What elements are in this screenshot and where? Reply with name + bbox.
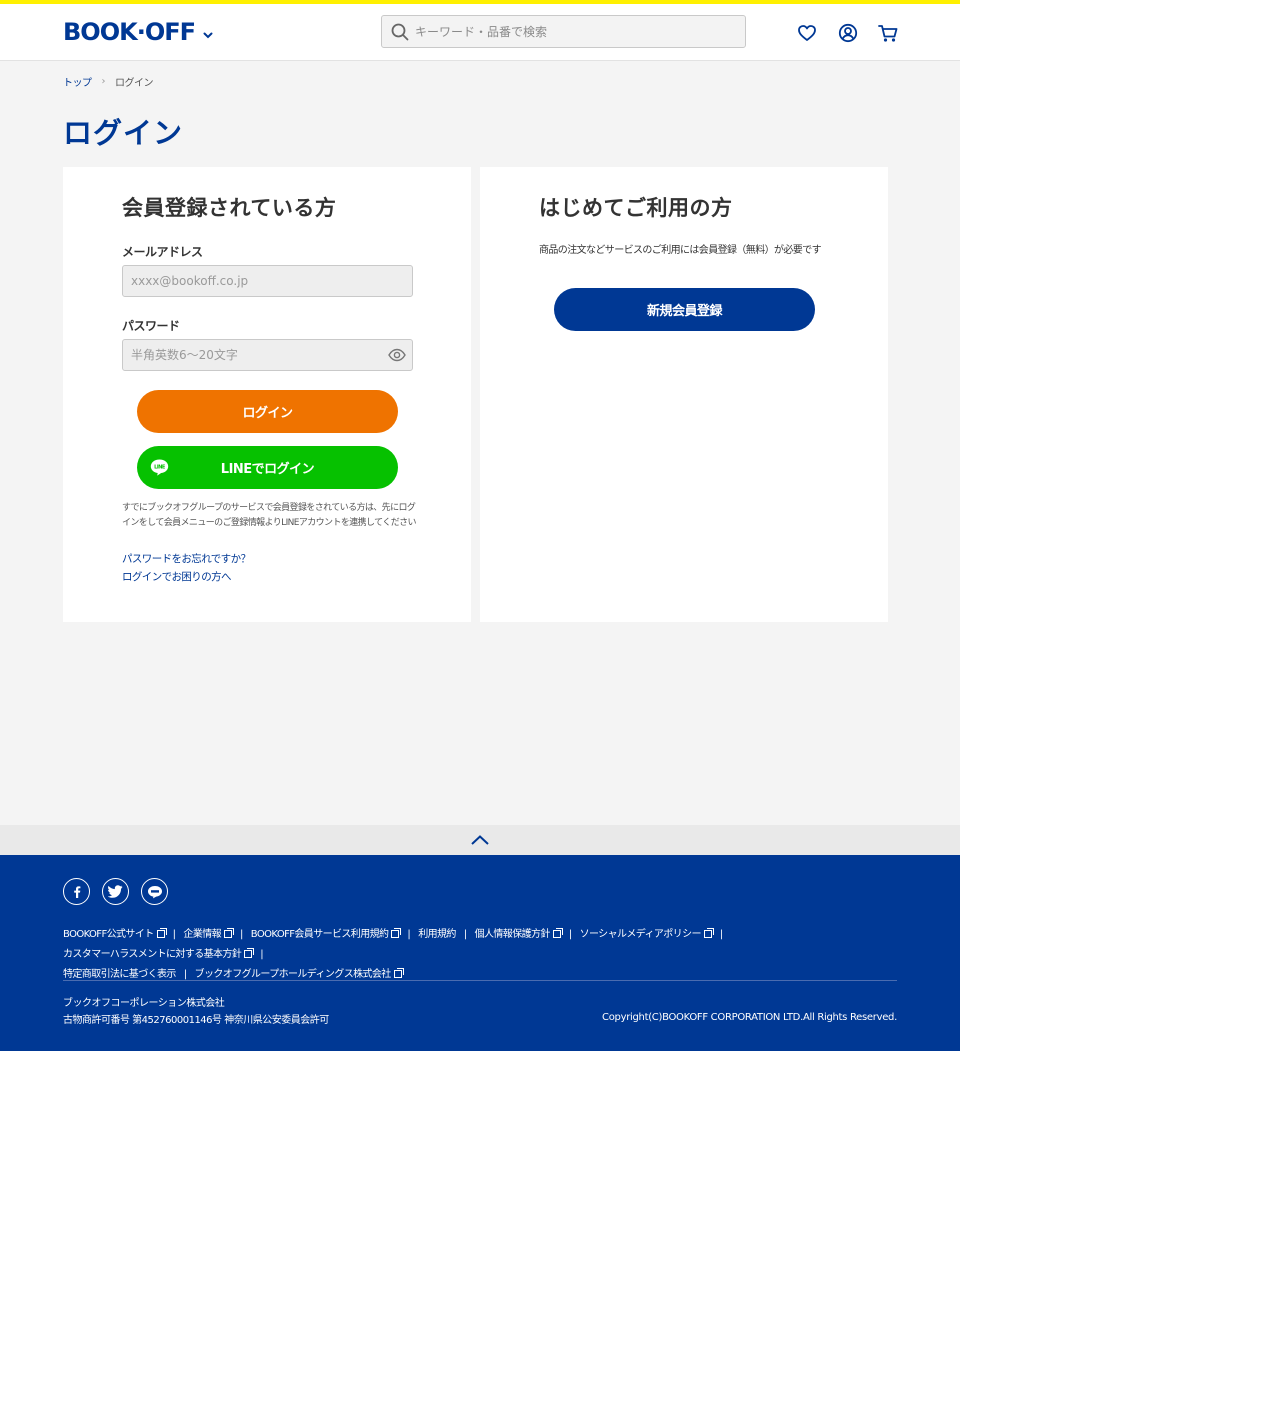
chevron-up-icon [471, 835, 489, 845]
email-field-box [122, 265, 413, 297]
chevron-down-icon[interactable] [201, 28, 215, 42]
breadcrumb-chevron-icon: › [101, 76, 106, 87]
account-icon[interactable] [838, 23, 858, 43]
footer-link-label: BOOKOFF会員サービス利用規約 [250, 929, 389, 940]
footer-link[interactable]: 特定商取引法に基づく表示 [63, 969, 176, 980]
footer-link-label: 企業情報 [183, 929, 222, 940]
footer-link[interactable]: BOOKOFF公式サイト [63, 928, 167, 940]
facebook-icon[interactable] [63, 878, 90, 905]
company-name: ブックオフコーポレーション株式会社 [63, 998, 225, 1009]
footer-divider [63, 980, 897, 981]
page-title: ログイン [63, 116, 184, 150]
footer-link[interactable]: ブックオフグループホールディングス株式会社 [194, 968, 404, 980]
footer-link-label: ブックオフグループホールディングス株式会社 [194, 969, 392, 980]
footer-link-separator: | [719, 929, 723, 940]
new-member-description: 商品の注文などサービスのご利用には会員登録（無料）が必要です [539, 245, 822, 256]
footer-link-separator: | [260, 949, 263, 960]
member-card-title: 会員登録されている方 [122, 196, 337, 220]
register-button-label: 新規会員登録 [646, 304, 723, 319]
external-link-icon [552, 928, 563, 938]
footer-link-separator: | [568, 929, 572, 940]
search-box [381, 15, 746, 48]
site-footer: BOOKOFF公式サイト | 企業情報 | BOOKOFF会員サービス利用規約 | 利用規約… [0, 855, 960, 1051]
password-field-box [122, 339, 413, 371]
email-field[interactable] [131, 274, 381, 288]
site-header: BOOK·OFF [0, 4, 960, 61]
footer-link-label: 特定商取引法に基づく表示 [63, 969, 176, 980]
new-member-title: はじめてご利用の方 [539, 196, 733, 220]
footer-link[interactable]: BOOKOFF会員サービス利用規約 [250, 928, 402, 940]
member-login-card: 会員登録されている方 メールアドレス パスワード ログイン LINE [63, 167, 471, 622]
line-login-button[interactable]: LINE LINEでログイン [137, 446, 398, 489]
footer-link-separator: | [172, 929, 176, 940]
footer-link[interactable]: カスタマーハラスメントに対する基本方針 [63, 948, 255, 960]
cart-icon[interactable] [878, 23, 898, 43]
footer-link[interactable]: 個人情報保護方針 [474, 928, 563, 940]
bookoff-logo[interactable]: BOOK·OFF [63, 17, 196, 47]
footer-link-separator: | [240, 929, 243, 940]
search-icon[interactable] [391, 23, 409, 41]
breadcrumb-current: ログイン [115, 78, 154, 89]
external-link-icon [703, 928, 714, 938]
footer-link-label: BOOKOFF公式サイト [63, 929, 154, 940]
footer-links: BOOKOFF公式サイト | 企業情報 | BOOKOFF会員サービス利用規約 | 利用規約… [63, 925, 903, 985]
line-link-note: すでにブックオフグループのサービスで会員登録をされている方は、先にログインをして… [122, 503, 417, 528]
password-label: パスワード [122, 319, 180, 333]
login-button-label: ログイン [242, 406, 293, 421]
page: BOOK·OFF トップ › ログイ [0, 0, 960, 1051]
twitter-icon[interactable] [102, 878, 129, 905]
license-text: 古物商許可番号 第452760001146号 神奈川県公安委員会許可 [63, 1015, 329, 1026]
external-link-icon [156, 928, 167, 938]
breadcrumb-top-link[interactable]: トップ [63, 74, 92, 89]
register-button[interactable]: 新規会員登録 [554, 288, 815, 331]
footer-link-label: 個人情報保護方針 [474, 929, 551, 940]
line-badge-text: LINE [154, 465, 166, 471]
footer-link-label: 利用規約 [418, 929, 456, 940]
login-button[interactable]: ログイン [137, 390, 398, 433]
copyright: Copyright(C)BOOKOFF CORPORATION LTD.All … [602, 1012, 897, 1023]
password-field[interactable] [131, 348, 381, 362]
external-link-icon [393, 968, 404, 978]
external-link-icon [224, 928, 235, 938]
back-to-top-button[interactable] [0, 825, 960, 855]
line-icon[interactable] [141, 878, 168, 905]
line-login-label: LINEでログイン [220, 462, 315, 477]
line-icon: LINE [150, 459, 169, 476]
external-link-icon [391, 928, 402, 938]
eye-icon[interactable] [388, 348, 406, 362]
footer-link-separator: | [183, 969, 187, 980]
external-link-icon [244, 948, 255, 958]
email-label: メールアドレス [122, 245, 203, 259]
footer-link[interactable]: ソーシャルメディアポリシー [579, 928, 714, 940]
footer-link-label: ソーシャルメディアポリシー [579, 929, 702, 940]
search-input[interactable] [415, 24, 715, 39]
login-help-link[interactable]: ログインでお困りの方へ [122, 569, 232, 584]
footer-link-separator: | [407, 929, 411, 940]
logo-text: BOOK·OFF [63, 18, 196, 46]
new-member-card: はじめてご利用の方 商品の注文などサービスのご利用には会員登録（無料）が必要です… [480, 167, 888, 622]
footer-link[interactable]: 利用規約 [418, 929, 456, 940]
breadcrumb: トップ › ログイン [63, 74, 154, 89]
footer-link-separator: | [463, 929, 467, 940]
main-content: トップ › ログイン ログイン 会員登録されている方 メールアドレス パスワード… [0, 61, 960, 825]
footer-company: ブックオフコーポレーション株式会社 古物商許可番号 第452760001146号… [63, 995, 329, 1029]
forgot-password-link[interactable]: パスワードをお忘れですか？ [122, 551, 251, 566]
footer-link[interactable]: 企業情報 [183, 928, 235, 940]
footer-link-label: カスタマーハラスメントに対する基本方針 [63, 949, 242, 960]
heart-icon[interactable] [797, 23, 817, 43]
